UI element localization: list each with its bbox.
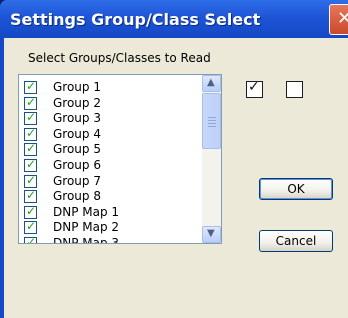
- checkmark-icon: ✓: [26, 172, 37, 187]
- list-item[interactable]: ✓ Group 2: [19, 94, 203, 112]
- item-checkbox[interactable]: ✓: [24, 219, 37, 235]
- list-item-label: Group 7: [53, 173, 101, 188]
- list-item-label: Group 2: [53, 95, 101, 110]
- cancel-button[interactable]: Cancel: [259, 230, 333, 252]
- item-checkbox[interactable]: ✓: [24, 234, 37, 244]
- title-bar[interactable]: Settings Group/Class Select ✕: [0, 0, 348, 38]
- grip-line: [208, 120, 216, 121]
- vertical-scrollbar[interactable]: ▲ ▼: [202, 75, 221, 243]
- check-all-button[interactable]: ✓: [246, 79, 263, 98]
- select-groups-label: Select Groups/Classes to Read: [28, 51, 211, 65]
- item-checkbox[interactable]: ✓: [24, 125, 37, 141]
- scroll-down-button[interactable]: ▼: [202, 226, 221, 243]
- dialog-window: Settings Group/Class Select ✕ Select Gro…: [0, 0, 348, 318]
- list-item-label: DNP Map 3: [53, 235, 120, 244]
- list-item[interactable]: ✓ DNP Map 3: [19, 234, 203, 244]
- item-checkbox[interactable]: ✓: [24, 110, 37, 126]
- chevron-down-icon: ▼: [207, 228, 215, 239]
- checked-checkbox-icon: ✓: [248, 79, 260, 95]
- item-checkbox[interactable]: ✓: [24, 188, 37, 204]
- list-item-label: Group 3: [53, 111, 101, 126]
- list-item[interactable]: ✓ DNP Map 1: [19, 203, 203, 221]
- list-item-label: DNP Map 2: [53, 220, 120, 235]
- list-item[interactable]: ✓ Group 5: [19, 141, 203, 158]
- grip-line: [208, 123, 216, 124]
- checkmark-icon: ✓: [26, 141, 37, 156]
- list-item-label: Group 1: [53, 80, 101, 94]
- chevron-up-icon: ▲: [207, 77, 215, 88]
- checkmark-icon: ✓: [26, 125, 37, 140]
- list-item[interactable]: ✓ Group 1: [19, 79, 203, 96]
- item-checkbox[interactable]: ✓: [24, 156, 37, 172]
- checkmark-icon: ✓: [26, 234, 37, 244]
- item-checkbox[interactable]: ✓: [24, 203, 37, 219]
- window-title: Settings Group/Class Select: [10, 10, 261, 29]
- item-checkbox[interactable]: ✓: [24, 172, 37, 188]
- list-items: ✓ Group 1 ✓ Group 2 ✓ Group 3 ✓ Group 4 ✓ Group 5…: [19, 79, 203, 244]
- list-item[interactable]: ✓ Group 7: [19, 172, 203, 190]
- list-item[interactable]: ✓ Group 6: [19, 156, 203, 174]
- list-item-label: Group 4: [53, 126, 101, 141]
- close-button[interactable]: ✕: [329, 4, 348, 35]
- uncheck-all-button[interactable]: [286, 81, 303, 98]
- list-item[interactable]: ✓ Group 3: [19, 110, 203, 127]
- list-item[interactable]: ✓ DNP Map 2: [19, 219, 203, 236]
- checkmark-icon: ✓: [26, 219, 37, 234]
- list-item-label: Group 5: [53, 142, 101, 157]
- checkmark-icon: ✓: [26, 94, 37, 109]
- ok-button[interactable]: OK: [259, 178, 333, 200]
- item-checkbox[interactable]: ✓: [24, 141, 37, 157]
- list-item[interactable]: ✓ Group 4: [19, 125, 203, 143]
- list-item-label: DNP Map 1: [53, 204, 120, 219]
- groups-listbox[interactable]: ✓ Group 1 ✓ Group 2 ✓ Group 3 ✓ Group 4 ✓ Group 5…: [18, 74, 222, 244]
- scroll-up-button[interactable]: ▲: [202, 75, 221, 92]
- close-icon: ✕: [337, 8, 348, 29]
- checkmark-icon: ✓: [26, 156, 37, 171]
- scroll-thumb[interactable]: [202, 93, 221, 149]
- checkmark-icon: ✓: [26, 79, 37, 93]
- checkmark-icon: ✓: [26, 188, 37, 203]
- item-checkbox[interactable]: ✓: [24, 79, 37, 94]
- list-item-label: Group 8: [53, 189, 101, 204]
- grip-line: [208, 117, 216, 118]
- list-item[interactable]: ✓ Group 8: [19, 188, 203, 205]
- grip-line: [208, 126, 216, 127]
- item-checkbox[interactable]: ✓: [24, 94, 37, 110]
- list-item-label: Group 6: [53, 157, 101, 172]
- checkmark-icon: ✓: [26, 203, 37, 218]
- checkmark-icon: ✓: [26, 110, 37, 125]
